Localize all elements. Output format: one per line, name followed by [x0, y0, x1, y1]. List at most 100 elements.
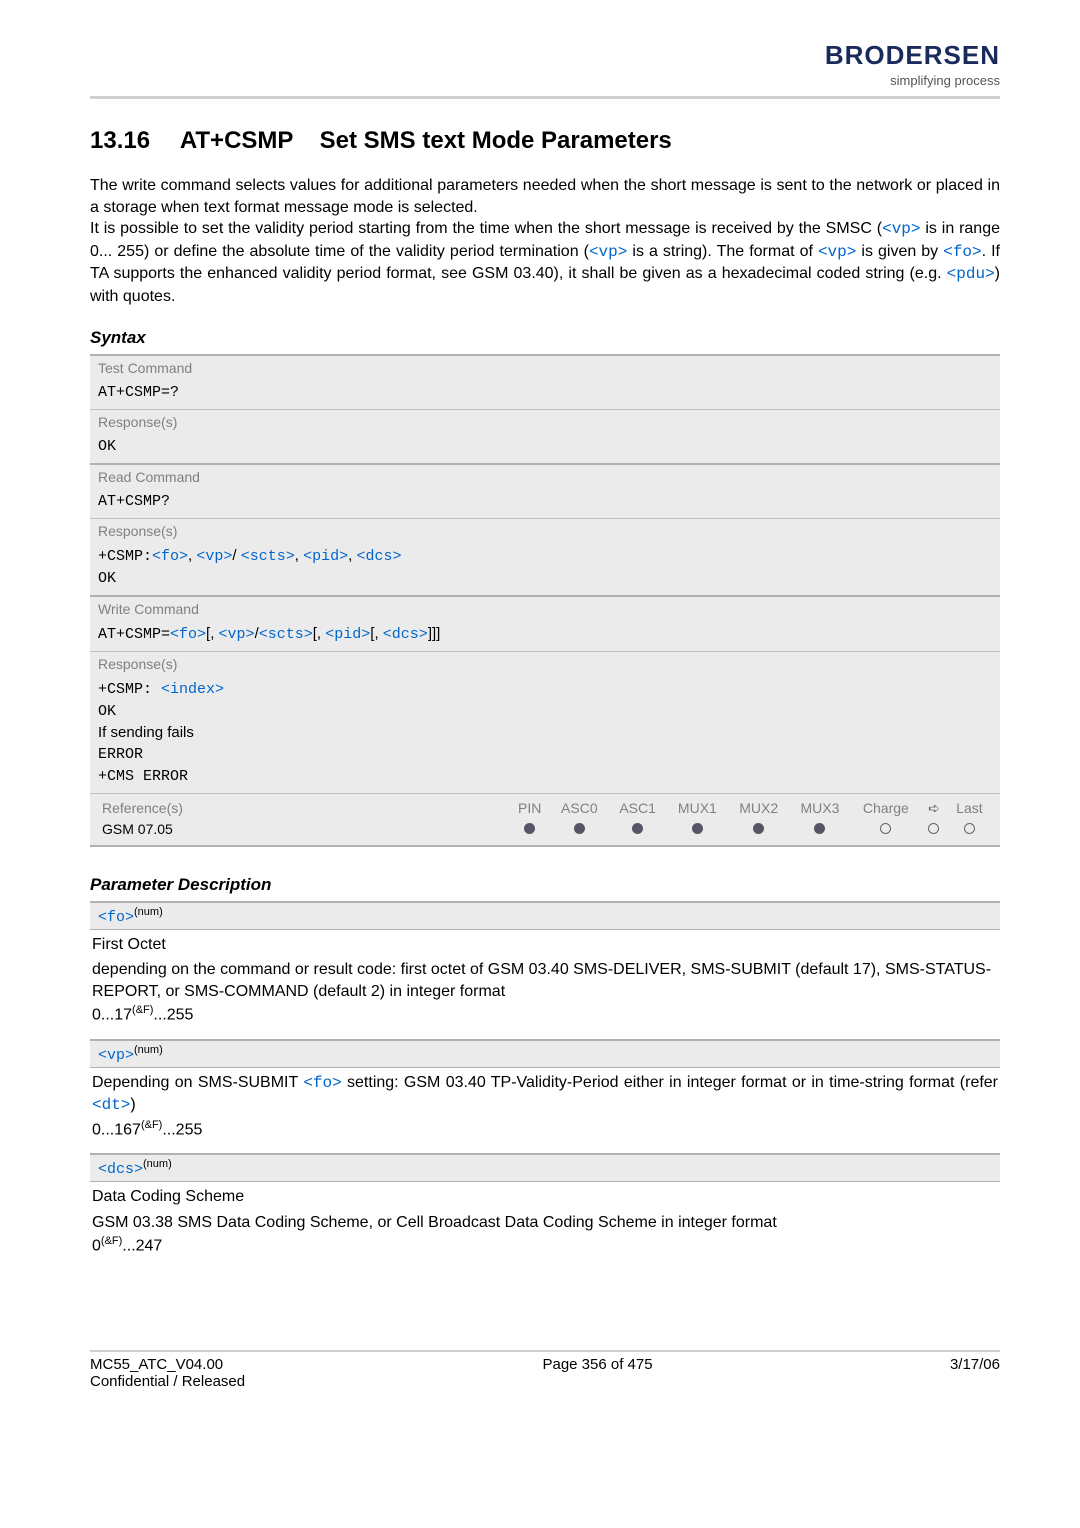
col-mux3: MUX3 [789, 798, 850, 819]
dot-mux3 [789, 819, 850, 839]
write-sep: [, [370, 625, 383, 642]
col-ring: ➪ [921, 798, 947, 819]
empty-dot-icon [928, 823, 939, 834]
responses-label: Response(s) [90, 409, 1000, 434]
intro-text: It is possible to set the validity perio… [90, 220, 882, 237]
resp-prefix: +CSMP: [98, 548, 152, 565]
param-vp-sup: (num) [134, 1044, 163, 1056]
param-dcs-range: 0(&F)...247 [90, 1233, 1000, 1265]
dot-mux1 [667, 819, 728, 839]
intro-paragraph: The write command selects values for add… [90, 175, 1000, 308]
col-charge: Charge [851, 798, 921, 819]
param-dcs-tag: <dcs> [98, 1161, 143, 1178]
empty-dot-icon [880, 823, 891, 834]
footer-classification: Confidential / Released [90, 1373, 245, 1390]
responses-label: Response(s) [90, 518, 1000, 543]
bell-icon: ➪ [928, 800, 940, 817]
section-number: 13.16 [90, 127, 150, 154]
read-command-label: Read Command [90, 463, 1000, 489]
vp-desc-dt: <dt> [92, 1096, 130, 1114]
param-fo-tag: <fo> [98, 909, 134, 926]
col-mux1: MUX1 [667, 798, 728, 819]
page-header: BRODERSEN simplifying process [90, 40, 1000, 88]
param-dcs-desc: GSM 03.38 SMS Data Coding Scheme, or Cel… [90, 1208, 1000, 1234]
section-name: Set SMS text Mode Parameters [320, 127, 672, 154]
write-sep: [, [206, 625, 219, 642]
filled-dot-icon [632, 823, 643, 834]
param-pdu-inline: <pdu> [947, 265, 995, 283]
write-command-label: Write Command [90, 595, 1000, 621]
vp-desc-b: setting: GSM 03.40 TP-Validity-Period ei… [342, 1074, 998, 1091]
filled-dot-icon [753, 823, 764, 834]
range-sup: (&F) [101, 1235, 122, 1247]
dot-asc0 [550, 819, 608, 839]
param-fo-box: <fo>(num) [90, 901, 1000, 930]
read-response: +CSMP:<fo>, <vp>/ <scts>, <pid>, <dcs> O… [90, 543, 1000, 595]
param-dcs-box: <dcs>(num) [90, 1153, 1000, 1182]
filled-dot-icon [692, 823, 703, 834]
brand-tagline: simplifying process [825, 73, 1000, 88]
range-b: ...247 [122, 1238, 162, 1255]
range-b: ...255 [153, 1007, 193, 1024]
param-desc-header: Parameter Description [90, 875, 1000, 895]
footer-page: Page 356 of 475 [542, 1356, 652, 1390]
write-fo: <fo> [170, 626, 206, 643]
resp-pid: <pid> [303, 548, 348, 565]
write-end: ]]] [428, 625, 441, 642]
param-fo-inline: <fo> [943, 243, 981, 261]
footer-date: 3/17/06 [950, 1356, 1000, 1390]
range-a: 0...167 [92, 1121, 141, 1138]
param-vp-inline: <vp> [589, 243, 627, 261]
resp-fo: <fo> [152, 548, 188, 565]
range-b: ...255 [162, 1121, 202, 1138]
resp-vp: <vp> [196, 548, 232, 565]
header-divider [90, 96, 1000, 99]
responses-label: Response(s) [90, 651, 1000, 676]
col-last: Last [947, 798, 992, 819]
section-title: 13.16 AT+CSMP Set SMS text Mode Paramete… [90, 127, 1000, 155]
dot-mux2 [728, 819, 789, 839]
param-vp-range: 0...167(&F)...255 [90, 1117, 1000, 1149]
write-vp: <vp> [219, 626, 255, 643]
dot-ring [921, 819, 947, 839]
page-footer: MC55_ATC_V04.00 Confidential / Released … [90, 1356, 1000, 1390]
wresp-ok: OK [98, 703, 116, 720]
reference-table: Reference(s) PIN ASC0 ASC1 MUX1 MUX2 MUX… [98, 798, 992, 839]
wresp-fail: If sending fails [98, 724, 194, 741]
param-fo-desc: depending on the command or result code:… [90, 955, 1000, 1002]
read-command: AT+CSMP? [90, 489, 1000, 518]
reference-row: Reference(s) PIN ASC0 ASC1 MUX1 MUX2 MUX… [90, 793, 1000, 847]
range-sup: (&F) [132, 1004, 153, 1016]
intro-text: is given by [856, 243, 943, 260]
param-fo-range: 0...17(&F)...255 [90, 1002, 1000, 1034]
param-vp-desc: Depending on SMS-SUBMIT <fo> setting: GS… [90, 1068, 1000, 1117]
dot-pin [509, 819, 550, 839]
dot-last [947, 819, 992, 839]
vp-desc-fo: <fo> [303, 1074, 341, 1092]
filled-dot-icon [524, 823, 535, 834]
filled-dot-icon [574, 823, 585, 834]
write-scts: <scts> [259, 626, 313, 643]
dot-charge [851, 819, 921, 839]
col-pin: PIN [509, 798, 550, 819]
param-fo-sup: (num) [134, 906, 163, 918]
range-sup: (&F) [141, 1119, 162, 1131]
col-mux2: MUX2 [728, 798, 789, 819]
wresp-prefix: +CSMP: [98, 681, 161, 698]
wresp-cmserror: +CMS ERROR [98, 768, 188, 785]
write-sep: [, [313, 625, 326, 642]
param-vp-box: <vp>(num) [90, 1039, 1000, 1068]
col-asc1: ASC1 [608, 798, 666, 819]
wresp-index: <index> [161, 681, 224, 698]
resp-scts: <scts> [241, 548, 295, 565]
col-asc0: ASC0 [550, 798, 608, 819]
param-vp-tag: <vp> [98, 1047, 134, 1064]
range-a: 0...17 [92, 1007, 132, 1024]
section-command: AT+CSMP [180, 127, 293, 154]
vp-desc-a: Depending on SMS-SUBMIT [92, 1074, 303, 1091]
vp-desc-c: ) [130, 1096, 135, 1113]
intro-text: is a string). The format of [627, 243, 818, 260]
brand-logo: BRODERSEN [825, 40, 1000, 71]
test-command-label: Test Command [90, 354, 1000, 380]
write-dcs: <dcs> [383, 626, 428, 643]
